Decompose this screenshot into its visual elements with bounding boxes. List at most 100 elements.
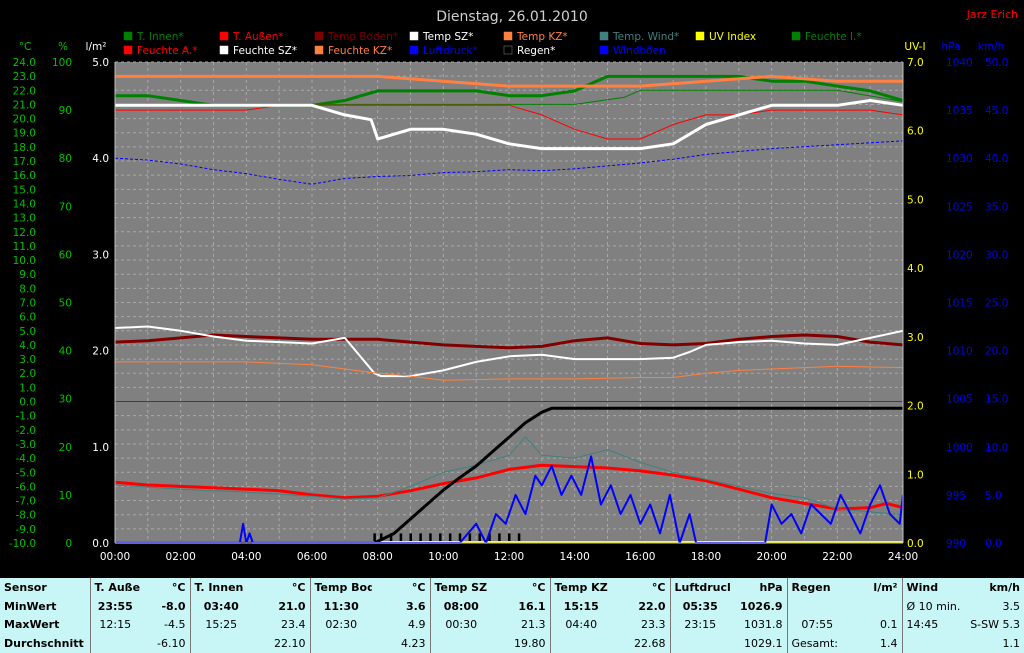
tick-label-rain: 4.0 <box>92 153 109 165</box>
tick-label-wind: 0.0 <box>985 538 1002 550</box>
tick-label-wind: 25.0 <box>985 298 1008 310</box>
legend-label-temp-boden[interactable]: Temp Boden* <box>327 31 398 43</box>
tick-label-temp: 23.0 <box>13 71 36 83</box>
tick-label-temp: -4.0 <box>16 453 37 465</box>
stats-name-t-aussen: T. Außen <box>89 578 140 597</box>
legend-swatch-t-außen <box>219 31 229 41</box>
legend-label-windböen[interactable]: Windböen <box>613 45 666 57</box>
tick-label-pressure: 1035 <box>946 105 973 117</box>
stats-min-time: 05:35 <box>669 596 730 616</box>
legend-label-feuchte-a[interactable]: Feuchte A.* <box>137 45 198 57</box>
stats-name-regen: Regen <box>786 578 847 597</box>
legend-swatch-t-innen <box>123 31 133 41</box>
tick-label-uv: 3.0 <box>907 332 924 344</box>
stats-max-value: -4.5 <box>164 618 186 632</box>
stats-max-value: 23.4 <box>281 618 306 632</box>
stats-max-value: 0.1 <box>880 618 898 632</box>
tick-label-temp: -8.0 <box>16 510 37 522</box>
legend-label-temp-wind[interactable]: Temp. Wind* <box>612 31 679 43</box>
tick-label-time: 22:00 <box>822 551 852 563</box>
axis-title-humidity: % <box>58 41 68 53</box>
stats-unit-t-innen: °C <box>291 580 306 594</box>
tick-label-temp: 17.0 <box>13 156 36 168</box>
chart-title: Dienstag, 26.01.2010 <box>436 9 587 25</box>
stats-unit-regen: l/m² <box>873 580 898 594</box>
stats-avg-value: 4.23 <box>401 637 426 651</box>
legend-label-temp-kz[interactable]: Temp KZ* <box>516 31 568 43</box>
legend-label-uv-index[interactable]: UV Index <box>709 31 756 43</box>
legend-label-regen[interactable]: Regen* <box>517 45 555 57</box>
tick-label-uv: 4.0 <box>907 263 924 275</box>
tick-label-uv: 5.0 <box>907 194 924 206</box>
tick-label-pressure: 1020 <box>946 249 973 261</box>
stats-wind-max-time: 14:45 <box>906 618 939 632</box>
stats-max-time: 14:45 <box>901 615 960 635</box>
stats-unit-temp-kz: °C <box>651 580 666 594</box>
author-label: Jarz Erich <box>966 8 1018 21</box>
tick-label-humidity: 60 <box>59 249 72 261</box>
tick-label-temp: 22.0 <box>13 85 36 97</box>
tick-label-temp: 20.0 <box>13 114 36 126</box>
legend-swatch-uv-index <box>695 31 705 41</box>
tick-label-time: 06:00 <box>297 551 327 563</box>
tick-label-humidity: 20 <box>59 442 72 454</box>
tick-label-wind: 50.0 <box>985 57 1008 69</box>
stats-min-time: 15:15 <box>549 596 612 616</box>
stats-avg-value: 1.4 <box>880 637 898 651</box>
legend-label-luftdruck[interactable]: Luftdruck* <box>423 45 478 57</box>
tick-label-temp: 3.0 <box>19 354 36 366</box>
tick-label-pressure: 1040 <box>946 57 973 69</box>
tick-label-time: 08:00 <box>363 551 393 563</box>
tick-label-wind: 35.0 <box>985 201 1008 213</box>
tick-label-humidity: 100 <box>52 57 72 69</box>
stats-max-value: 21.3 <box>521 618 546 632</box>
tick-label-wind: 10.0 <box>985 442 1008 454</box>
tick-label-humidity: 70 <box>59 201 72 213</box>
tick-label-temp: 11.0 <box>13 241 36 253</box>
tick-label-temp: -3.0 <box>16 439 37 451</box>
tick-label-humidity: 10 <box>59 490 72 502</box>
stats-label-sensor: Sensor <box>4 580 47 594</box>
tick-label-pressure: 1000 <box>946 442 973 454</box>
tick-label-humidity: 90 <box>59 105 72 117</box>
legend-swatch-feuchte-i <box>791 31 801 41</box>
legend-label-t-außen[interactable]: T. Außen* <box>232 31 284 43</box>
tick-label-pressure: 1025 <box>946 201 973 213</box>
tick-label-time: 18:00 <box>691 551 721 563</box>
tick-label-temp: -6.0 <box>16 481 37 493</box>
legend-label-feuchte-sz[interactable]: Feuchte SZ* <box>233 45 297 57</box>
tick-label-temp: 5.0 <box>19 326 36 338</box>
stats-wind-avg-label: Ø 10 min. <box>901 596 960 616</box>
legend-label-feuchte-i[interactable]: Feuchte I.* <box>805 31 862 43</box>
tick-label-rain: 1.0 <box>92 442 109 454</box>
stats-label-avg: Durchschnitt <box>4 637 84 651</box>
stats-min-value: 21.0 <box>278 599 306 613</box>
legend-label-t-innen[interactable]: T. Innen* <box>136 31 184 43</box>
stats-min-value <box>847 597 902 616</box>
stats-min-value: 3.5 <box>1002 599 1021 613</box>
legend-label-temp-sz[interactable]: Temp SZ* <box>422 31 473 43</box>
tick-label-temp: 18.0 <box>13 142 36 154</box>
stats-avg-value: -6.10 <box>157 637 186 651</box>
stats-min-value: -8.0 <box>161 599 186 613</box>
legend-label-feuchte-kz[interactable]: Feuchte KZ* <box>328 45 392 57</box>
tick-label-humidity: 80 <box>59 153 72 165</box>
tick-label-time: 14:00 <box>560 551 590 563</box>
legend-swatch-luftdruck <box>409 45 419 55</box>
tick-label-wind: 15.0 <box>985 394 1008 406</box>
stats-label-max: MaxWert <box>4 618 60 632</box>
axis-title-uv: UV-I <box>904 41 925 53</box>
tick-label-rain: 2.0 <box>92 346 109 358</box>
axis-title-rain: l/m² <box>86 41 107 53</box>
stats-max-time: 02:30 <box>309 615 372 635</box>
stats-max-time: 00:30 <box>429 615 492 635</box>
stats-avg-value: 22.68 <box>634 637 666 651</box>
stats-rain-total-label: Gesamt: <box>786 634 847 653</box>
stats-avg-value: 22.10 <box>274 637 306 651</box>
stats-min-value: 1026.9 <box>740 599 783 613</box>
stats-min-value: 3.6 <box>406 599 426 613</box>
tick-label-pressure: 990 <box>946 538 966 550</box>
stats-min-value: 22.0 <box>638 599 666 613</box>
tick-label-wind: 30.0 <box>985 249 1008 261</box>
legend-swatch-feuchte-kz <box>314 45 324 55</box>
